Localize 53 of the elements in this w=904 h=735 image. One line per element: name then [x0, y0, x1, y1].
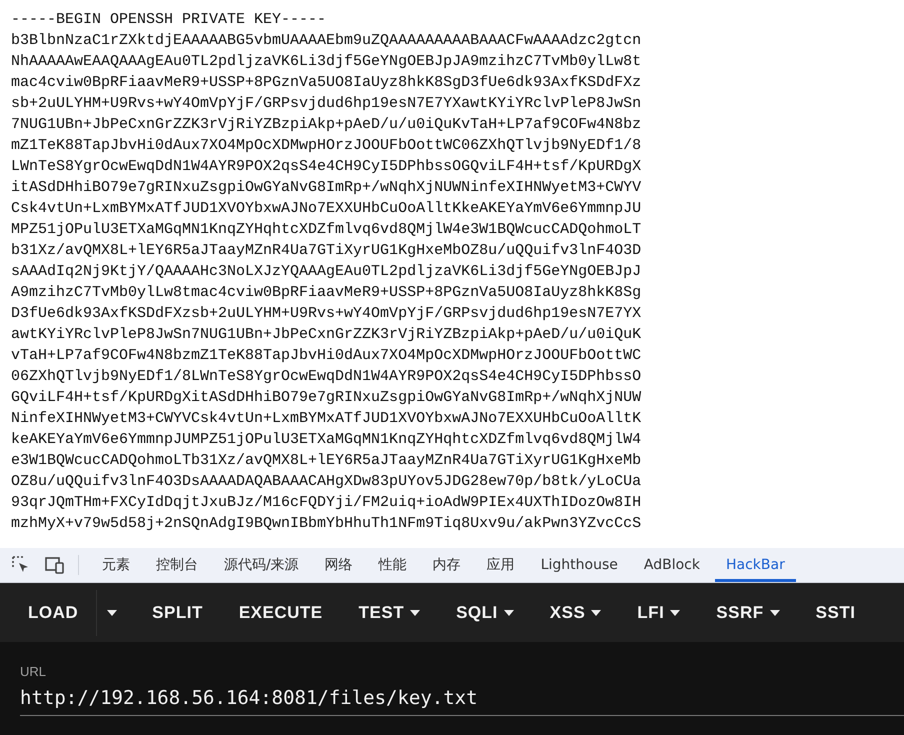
- toolbar-button[interactable]: LOAD: [10, 583, 96, 642]
- key-line: NinfeXIHNWyetM3+CWYVCsk4vtUn+LxmBYMxATfJUD1XVOYbxwAJNo7EXXUHbCuOoAlltK: [11, 409, 642, 429]
- toolbar-button[interactable]: SSTI: [798, 583, 874, 642]
- key-header: -----BEGIN OPENSSH PRIVATE KEY-----: [11, 10, 326, 30]
- url-label: URL: [20, 664, 48, 679]
- url-input[interactable]: http://192.168.56.164:8081/files/key.txt: [20, 687, 904, 709]
- devtools-tab[interactable]: 控制台: [145, 548, 209, 582]
- key-line: mZ1TeK88TapJbvHi0dAux7XO4MpOcXDMwpHOrzJOOUFbOottWC06ZXhQTlvjb9NyEDf1/8: [11, 136, 642, 156]
- caret-icon: [106, 610, 117, 616]
- key-line: OZ8u/uQQuifv3lnF4O3DsAAAADAQABAAACAHgXDw83pUYov5JDG28ew70p/b8tk/yLoCUa: [11, 472, 642, 492]
- devtools-tab[interactable]: 元素: [91, 548, 141, 582]
- key-line: b31Xz/avQMX8L+lEY6R5aJTaayMZnR4Ua7GTiXyrUG1KgHxeMbOZ8u/uQQuifv3lnF4O3D: [11, 241, 642, 261]
- toolbar-button[interactable]: EXECUTE: [220, 583, 341, 642]
- key-line: 06ZXhQTlvjb9NyEDf1/8LWnTeS8YgrOcwEwqDdN1W4AYR9POX2qsS4e4CH9CyI5DPhbssO: [11, 367, 642, 387]
- key-line: awtKYiYRclvPleP8JwSn7NUG1UBn+JbPeCxnGrZZK3rVjRiYZBzpiAkp+pAeD/u/u0iQuK: [11, 325, 642, 345]
- devtools-tab[interactable]: 网络: [314, 548, 364, 582]
- menu-button[interactable]: LFI: [619, 583, 698, 642]
- key-line: 93qrJQmTHm+FXCyIdDqjtJxuBJz/M16cFQDYji/FM2uiq+ioAdW9PIEx4UXThIDozOw8IH: [11, 493, 642, 513]
- key-line: vTaH+LP7af9COFw4N8bzmZ1TeK88TapJbvHi0dAux7XO4MpOcXDMwpHOrzJOOUFbOottWC: [11, 346, 642, 366]
- key-line: keAKEYaYmV6e6YmmnpJUMPZ51jOPulU3ETXaMGqMN1KnqZYHqhtcXDZfmlvq6vd8QMjlW4: [11, 430, 642, 450]
- caret-icon: [770, 610, 780, 616]
- key-line: D3fUe6dk93AxfKSDdFXzsb+2uULYHM+U9Rvs+wY4OmVpYjF/GRPsvjdud6hp19esN7E7YX: [11, 304, 642, 324]
- devtools-tab[interactable]: Lighthouse: [530, 548, 629, 582]
- key-line: GQviLF4H+tsf/KpURDgXitASdDHhiBO79e7gRINxuZsgpiOwGYaNvG8ImRp+/wNqhXjNUW: [11, 388, 642, 408]
- url-field[interactable]: http://192.168.56.164:8081/files/key.txt: [20, 687, 904, 716]
- key-line: A9mzihzC7TvMb0ylLw8tmac4cviw0BpRFiaavMeR9+USSP+8PGznVa5UO8IaUyz8hkK8Sg: [11, 283, 642, 303]
- devtools-tab[interactable]: 应用: [476, 548, 526, 582]
- key-line: b3BlbnNzaC1rZXktdjEAAAAABG5vbmUAAAAEbm9uZQAAAAAAAAABAAACFwAAAAdzc2gtcn: [11, 31, 642, 51]
- menu-button[interactable]: SSRF: [698, 583, 798, 642]
- devtools-tab[interactable]: 内存: [422, 548, 472, 582]
- caret-icon: [410, 610, 420, 616]
- devtools-tab[interactable]: 性能: [368, 548, 418, 582]
- key-line: mac4cviw0BpRFiaavMeR9+USSP+8PGznVa5UO8IaUyz8hkK8SgD3fUe6dk93AxfKSDdFXz: [11, 73, 642, 93]
- key-line: MPZ51jOPulU3ETXaMGqMN1KnqZYHqhtcXDZfmlvq6vd8QMjlW4e3W1BQWcucCADQohmoLT: [11, 220, 642, 240]
- device-icon[interactable]: [44, 554, 66, 576]
- menu-button[interactable]: XSS: [532, 583, 620, 642]
- key-line: Csk4vtUn+LxmBYMxATfJUD1XVOYbxwAJNo7EXXUHbCuOoAlltKkeAKEYaYmV6e6YmmnpJU: [11, 199, 642, 219]
- caret-icon: [591, 610, 602, 616]
- caret-icon: [504, 610, 514, 616]
- menu-button[interactable]: TEST: [340, 583, 438, 642]
- caret-icon: [670, 610, 680, 616]
- devtools-tab[interactable]: AdBlock: [632, 548, 711, 582]
- toolbar-button[interactable]: SPLIT: [134, 583, 221, 642]
- key-line: sAAAdIq2Nj9KtjY/QAAAAHc3NoLXJzYQAAAgEAu0TL2pdljzaVK6Li3djf5GeYNgOEBJpJ: [11, 262, 642, 282]
- key-line: sb+2uULYHM+U9Rvs+wY4OmVpYjF/GRPsvjdud6hp19esN7E7YXawtKYiYRclvPleP8JwSn: [11, 94, 642, 114]
- key-line: 7NUG1UBn+JbPeCxnGrZZK3rVjRiYZBzpiAkp+pAeD/u/u0iQuKvTaH+LP7af9COFw4N8bz: [11, 115, 642, 135]
- menu-button[interactable]: SQLI: [438, 583, 532, 642]
- devtools-tab[interactable]: 源代码/来源: [213, 548, 310, 582]
- key-line: LWnTeS8YgrOcwEwqDdN1W4AYR9POX2qsS4e4CH9CyI5DPhbssOGQviLF4H+tsf/KpURDgX: [11, 157, 642, 177]
- key-line: itASdDHhiBO79e7gRINxuZsgpiOwGYaNvG8ImRp+/wNqhXjNUWNinfeXIHNWyetM3+CWYV: [11, 178, 642, 198]
- key-line: mzhMyX+v79w5d58j+2nSQnAdgI9BQwnIBbmYbHhuTh1NFm9Tiq8Uxv9u/akPwn3YZvcCcS: [11, 514, 642, 534]
- key-line: e3W1BQWcucCADQohmoLTb31Xz/avQMX8L+lEY6R5aJTaayMZnR4Ua7GTiXyrUG1KgHxeMb: [11, 451, 642, 471]
- key-line: NhAAAAAwEAAQAAAgEAu0TL2pdljzaVK6Li3djf5GeYNgOEBJpJA9mzihzC7TvMb0ylLw8t: [11, 52, 642, 72]
